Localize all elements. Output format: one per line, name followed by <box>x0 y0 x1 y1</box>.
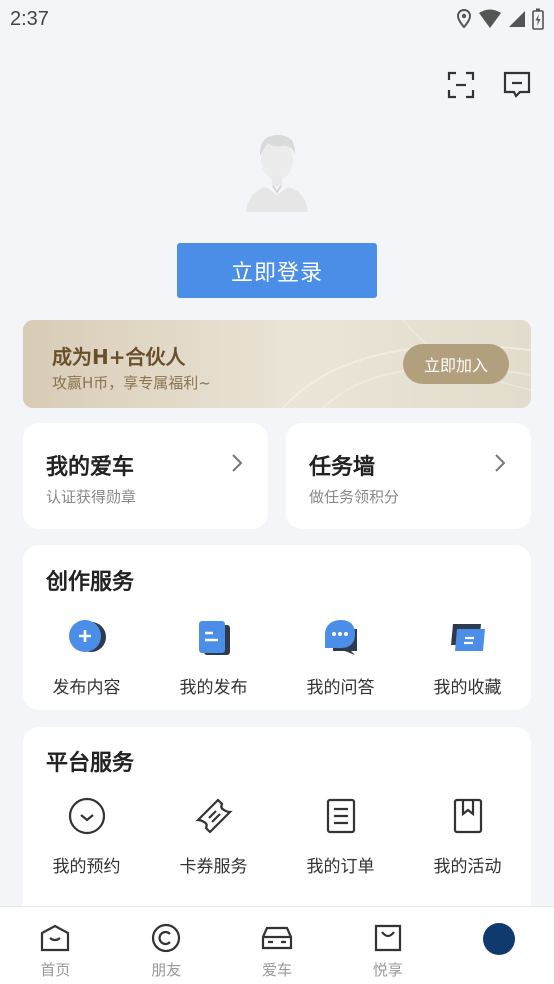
home-icon <box>38 921 72 955</box>
tab-enjoy[interactable]: 悦享 <box>332 907 443 984</box>
tab-friends-label: 朋友 <box>151 961 182 979</box>
task-wall-card[interactable]: 任务墙 做任务领积分 <box>286 423 531 529</box>
coupon-service-label: 卡券服务 <box>179 857 248 877</box>
login-button[interactable]: 立即登录 <box>177 243 377 298</box>
partner-subtitle: 攻赢H币，享专属福利~ <box>52 374 211 392</box>
document-icon <box>192 615 236 659</box>
car-icon <box>260 921 294 955</box>
my-orders-label: 我的订单 <box>306 857 375 877</box>
ticket-icon <box>192 794 236 838</box>
collection-icon <box>446 615 490 659</box>
coupon-service-item[interactable]: 卡券服务 <box>150 794 277 877</box>
avatar-placeholder[interactable] <box>242 126 312 216</box>
my-appointment-label: 我的预约 <box>52 857 121 877</box>
my-appointment-item[interactable]: 我的预约 <box>23 794 150 877</box>
my-favorites-label: 我的收藏 <box>433 678 502 698</box>
publish-content-label: 发布内容 <box>52 678 121 698</box>
tab-car[interactable]: 爱车 <box>222 907 333 984</box>
shopping-bag-icon <box>371 921 405 955</box>
chevron-right-icon <box>232 454 243 472</box>
tab-profile[interactable] <box>443 907 554 984</box>
status-bar: 2:37 <box>0 0 554 38</box>
signal-icon <box>509 11 525 27</box>
tab-enjoy-label: 悦享 <box>372 961 403 979</box>
tab-friends[interactable]: 朋友 <box>111 907 222 984</box>
my-activities-label: 我的活动 <box>433 857 502 877</box>
order-list-icon <box>319 794 363 838</box>
profile-avatar-circle <box>482 922 515 955</box>
battery-icon <box>532 8 544 30</box>
tab-car-label: 爱车 <box>261 961 292 979</box>
my-qa-item[interactable]: 我的问答 <box>277 615 404 698</box>
partner-banner[interactable]: 成为H+合伙人 攻赢H币，享专属福利~ 立即加入 <box>23 320 531 408</box>
status-time: 2:37 <box>10 7 49 30</box>
location-icon <box>456 9 472 29</box>
partner-title: 成为H+合伙人 <box>52 345 186 369</box>
wifi-icon <box>479 9 501 28</box>
chat-bubble-icon <box>319 615 363 659</box>
platform-services-card: 平台服务 我的预约 卡券服务 我的订单 我的活动 <box>23 727 531 927</box>
join-partner-button[interactable]: 立即加入 <box>403 344 509 384</box>
task-wall-subtitle: 做任务领积分 <box>309 488 400 506</box>
creation-services-grid: 发布内容 我的发布 我的问答 我的收藏 <box>23 615 531 698</box>
default-user-avatar-icon <box>246 134 308 212</box>
creation-services-title: 创作服务 <box>46 570 135 595</box>
my-orders-item[interactable]: 我的订单 <box>277 794 404 877</box>
bottom-tab-bar: 首页 朋友 爱车 悦享 <box>0 906 554 984</box>
my-posts-item[interactable]: 我的发布 <box>150 615 277 698</box>
scan-icon[interactable] <box>446 70 476 100</box>
chevron-right-icon <box>495 454 506 472</box>
my-car-card[interactable]: 我的爱车 认证获得勋章 <box>23 423 268 529</box>
message-icon[interactable] <box>502 70 532 100</box>
publish-content-item[interactable]: 发布内容 <box>23 615 150 698</box>
appointment-icon <box>65 794 109 838</box>
platform-services-title: 平台服务 <box>46 751 135 776</box>
my-car-title: 我的爱车 <box>46 455 135 480</box>
plus-circle-icon <box>65 615 109 659</box>
tab-home-label: 首页 <box>40 961 71 979</box>
friends-icon <box>149 921 183 955</box>
platform-services-grid: 我的预约 卡券服务 我的订单 我的活动 <box>23 794 531 877</box>
my-activities-item[interactable]: 我的活动 <box>404 794 531 877</box>
my-favorites-item[interactable]: 我的收藏 <box>404 615 531 698</box>
my-qa-label: 我的问答 <box>306 678 375 698</box>
my-car-subtitle: 认证获得勋章 <box>46 488 137 506</box>
top-actions <box>446 70 532 100</box>
creation-services-card: 创作服务 发布内容 我的发布 我的问答 我的收藏 <box>23 545 531 710</box>
task-wall-title: 任务墙 <box>309 455 376 480</box>
bookmark-icon <box>446 794 490 838</box>
my-posts-label: 我的发布 <box>179 678 248 698</box>
profile-avatar <box>482 921 516 955</box>
tab-home[interactable]: 首页 <box>0 907 111 984</box>
status-icons <box>456 8 544 30</box>
